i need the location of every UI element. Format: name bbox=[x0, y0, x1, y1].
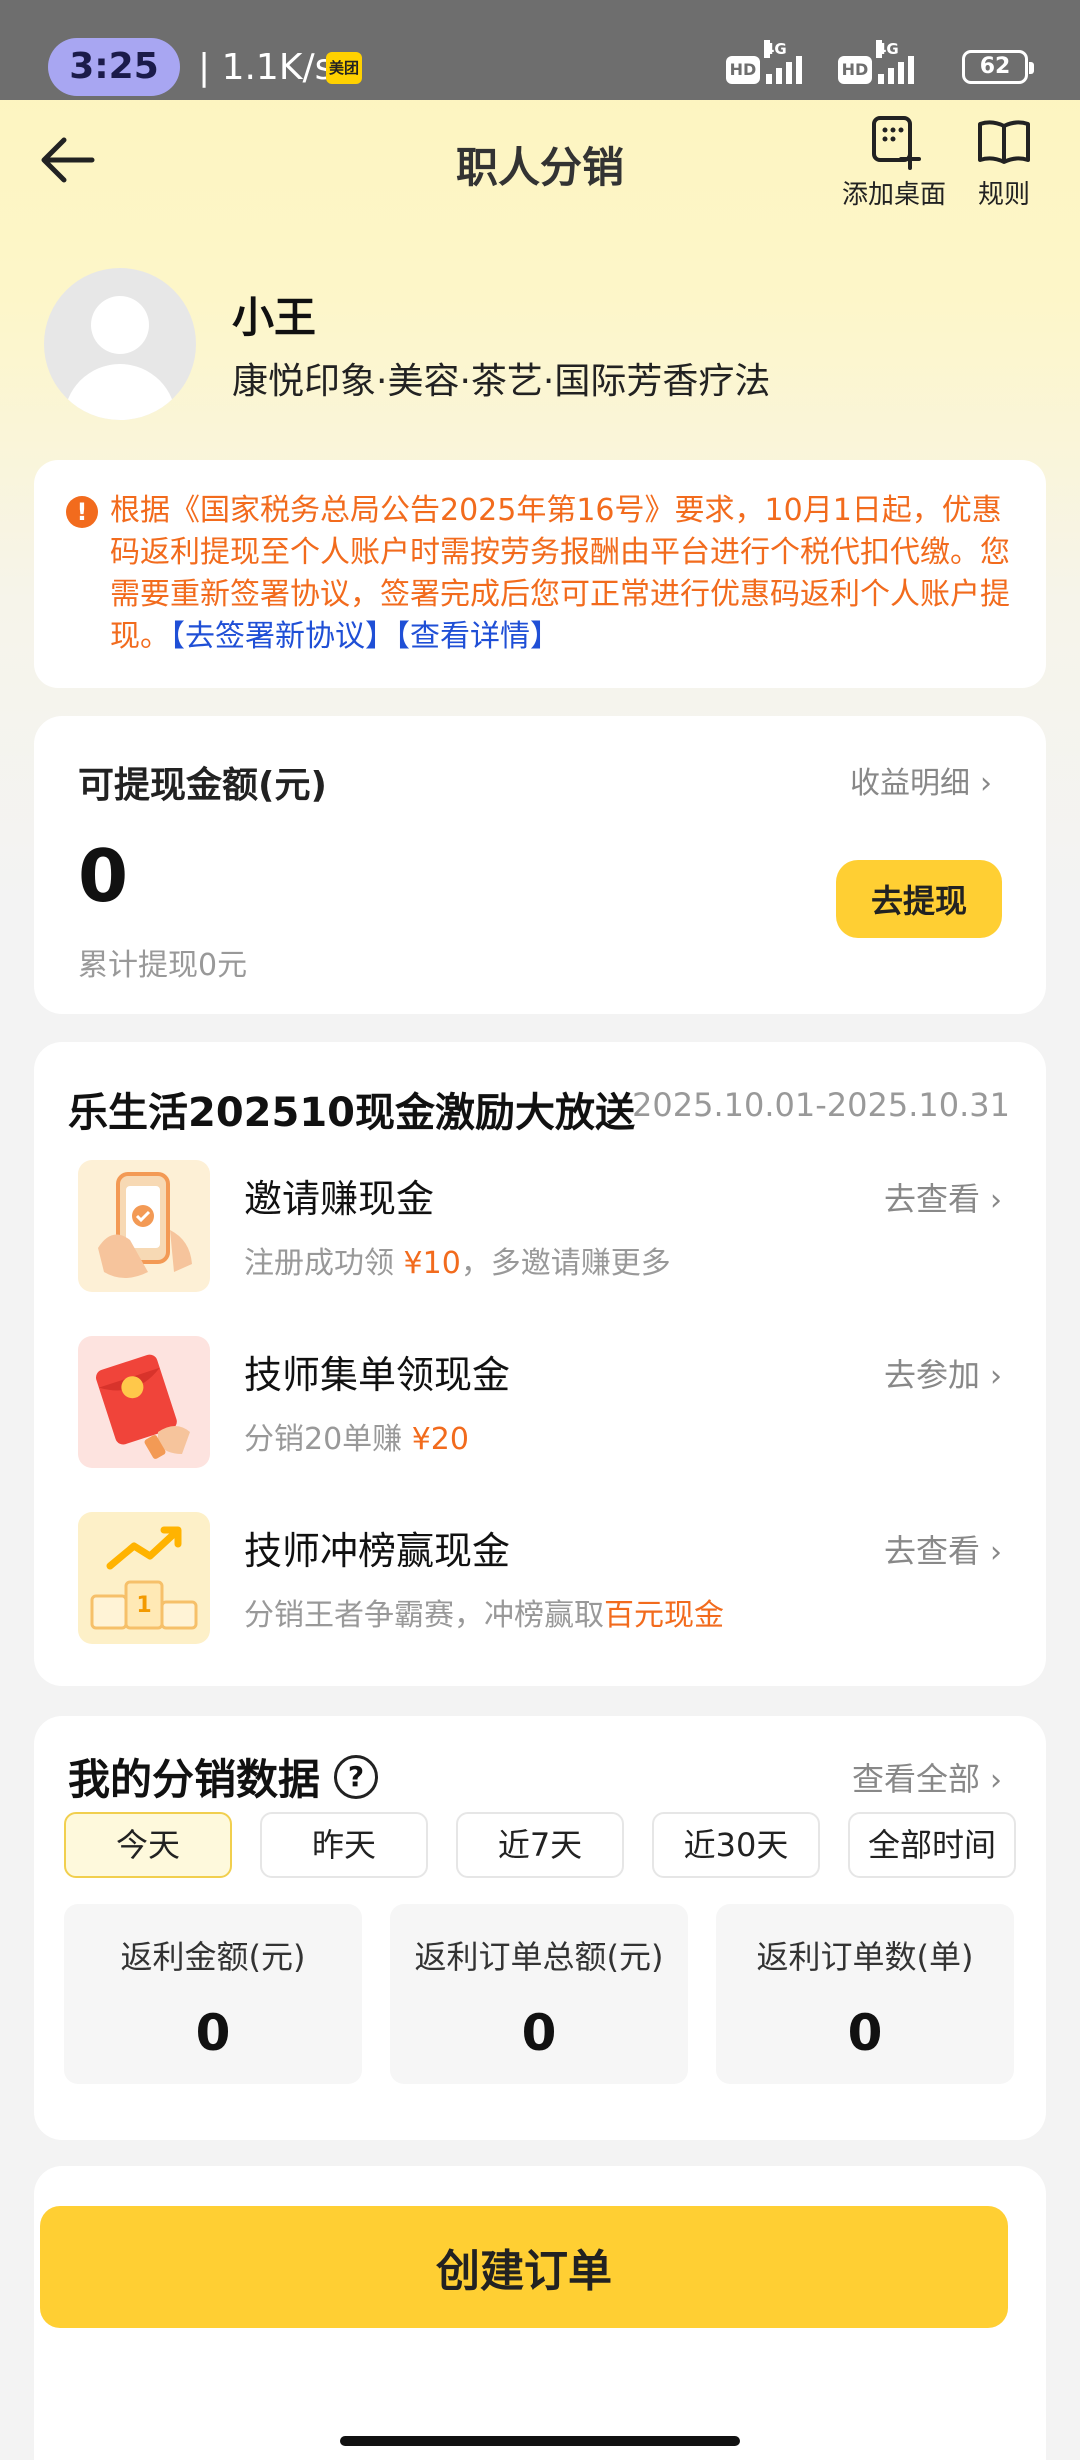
metrics-row: 返利金额(元) 0 返利订单总额(元) 0 返利订单数(单) 0 bbox=[64, 1904, 1014, 2084]
red-envelope-icon bbox=[78, 1336, 210, 1468]
campaign-item-leaderboard[interactable]: 1 技师冲榜赢现金 分销王者争霸赛，冲榜赢取百元现金 去查看 › bbox=[34, 1512, 1046, 1652]
campaign-item-desc: 分销王者争霸赛，冲榜赢取百元现金 bbox=[244, 1598, 724, 1633]
metric-rebate-order-count: 返利订单数(单) 0 bbox=[716, 1904, 1014, 2084]
chevron-right-icon: › bbox=[990, 1535, 1002, 1570]
status-bar: 3:25 | 1.1K/s 美团 HD 4G HD 4G 62 bbox=[0, 0, 1080, 100]
signal-bars-icon: 4G bbox=[876, 40, 914, 84]
sign-agreement-link[interactable]: 【去签署新协议】 bbox=[170, 619, 395, 654]
view-details-link[interactable]: 【查看详情】 bbox=[395, 619, 560, 654]
bottom-panel: 创建订单 bbox=[34, 2166, 1046, 2460]
campaign-title: 乐生活202510现金激励大放送 bbox=[68, 1090, 635, 1136]
network-speed: | 1.1K/s bbox=[198, 47, 334, 88]
metric-label: 返利订单总额(元) bbox=[414, 1938, 664, 1976]
campaign-card: 乐生活202510现金激励大放送 2025.10.01-2025.10.31 邀… bbox=[34, 1042, 1046, 1686]
total-withdrawn: 累计提现0元 bbox=[78, 948, 248, 983]
signal-bars-icon: 4G bbox=[764, 40, 802, 84]
campaign-date-range: 2025.10.01-2025.10.31 bbox=[632, 1086, 1010, 1124]
chevron-right-icon: › bbox=[990, 1183, 1002, 1218]
view-all-link[interactable]: 查看全部 › bbox=[852, 1754, 1002, 1800]
add-to-desktop-button[interactable]: 添加桌面 bbox=[842, 114, 946, 211]
user-tags: 康悦印象·美容·茶艺·国际芳香疗法 bbox=[232, 361, 771, 402]
tab-today[interactable]: 今天 bbox=[64, 1812, 232, 1878]
tab-last-30-days[interactable]: 近30天 bbox=[652, 1812, 820, 1878]
user-name: 小王 bbox=[232, 293, 317, 342]
campaign-item-name: 技师冲榜赢现金 bbox=[244, 1529, 511, 1573]
campaign-item-action[interactable]: 去参加 › bbox=[884, 1350, 1002, 1396]
chevron-right-icon: › bbox=[990, 1359, 1002, 1394]
withdraw-amount: 0 bbox=[78, 834, 129, 918]
status-time: 3:25 bbox=[48, 38, 180, 96]
period-tabs: 今天 昨天 近7天 近30天 全部时间 bbox=[64, 1812, 1016, 1878]
metric-rebate-order-total: 返利订单总额(元) 0 bbox=[390, 1904, 688, 2084]
battery-icon: 62 bbox=[962, 50, 1034, 84]
tab-last-7-days[interactable]: 近7天 bbox=[456, 1812, 624, 1878]
tax-notice: ! 根据《国家税务总局公告2025年第16号》要求，10月1日起，优惠码返利提现… bbox=[34, 460, 1046, 688]
campaign-item-name: 技师集单领现金 bbox=[244, 1353, 511, 1397]
podium-icon: 1 bbox=[78, 1512, 210, 1644]
signal-sim2: HD 4G bbox=[838, 40, 914, 84]
avatar[interactable] bbox=[44, 268, 196, 420]
rules-button[interactable]: 规则 bbox=[976, 114, 1032, 211]
withdraw-card: 可提现金额(元) 收益明细 › 0 累计提现0元 去提现 bbox=[34, 716, 1046, 1014]
campaign-item-desc: 注册成功领 ¥10，多邀请赚更多 bbox=[244, 1246, 671, 1281]
notice-text: 根据《国家税务总局公告2025年第16号》要求，10月1日起，优惠码返利提现至个… bbox=[110, 493, 1010, 654]
campaign-item-name: 邀请赚现金 bbox=[244, 1177, 435, 1221]
invite-phone-icon bbox=[78, 1160, 210, 1292]
metric-label: 返利金额(元) bbox=[120, 1938, 306, 1976]
warning-icon: ! bbox=[66, 496, 98, 528]
home-indicator[interactable] bbox=[340, 2436, 740, 2446]
campaign-item-desc: 分销20单赚 ¥20 bbox=[244, 1422, 469, 1457]
metric-value: 0 bbox=[847, 2004, 883, 2062]
add-desktop-label: 添加桌面 bbox=[842, 180, 947, 210]
header: 职人分销 添加桌面 规则 bbox=[0, 100, 1080, 220]
campaign-item-action[interactable]: 去查看 › bbox=[884, 1174, 1002, 1220]
earnings-detail-link[interactable]: 收益明细 › bbox=[850, 758, 992, 802]
book-icon bbox=[978, 120, 1030, 164]
tab-yesterday[interactable]: 昨天 bbox=[260, 1812, 428, 1878]
chevron-right-icon: › bbox=[980, 766, 992, 801]
metric-label: 返利订单数(单) bbox=[756, 1938, 974, 1976]
withdraw-title: 可提现金额(元) bbox=[78, 765, 327, 806]
rules-label: 规则 bbox=[977, 180, 1030, 210]
svg-text:1: 1 bbox=[136, 1593, 151, 1618]
campaign-item-invite[interactable]: 邀请赚现金 注册成功领 ¥10，多邀请赚更多 去查看 › bbox=[34, 1160, 1046, 1300]
chevron-right-icon: › bbox=[990, 1763, 1002, 1798]
add-desktop-icon bbox=[872, 116, 921, 170]
stats-title: 我的分销数据 ? bbox=[68, 1746, 379, 1807]
campaign-item-collect-orders[interactable]: 技师集单领现金 分销20单赚 ¥20 去参加 › bbox=[34, 1336, 1046, 1476]
help-icon[interactable]: ? bbox=[334, 1754, 379, 1799]
hd-icon: HD bbox=[838, 56, 872, 84]
tab-all-time[interactable]: 全部时间 bbox=[848, 1812, 1016, 1878]
hd-icon: HD bbox=[726, 56, 760, 84]
metric-value: 0 bbox=[521, 2004, 557, 2062]
signal-sim1: HD 4G bbox=[726, 40, 802, 84]
distribution-stats-card: 我的分销数据 ? 查看全部 › 今天 昨天 近7天 近30天 全部时间 返利金额(… bbox=[34, 1716, 1046, 2140]
withdraw-button[interactable]: 去提现 bbox=[836, 860, 1002, 938]
campaign-item-action[interactable]: 去查看 › bbox=[884, 1526, 1002, 1572]
metric-rebate-amount: 返利金额(元) 0 bbox=[64, 1904, 362, 2084]
metric-value: 0 bbox=[195, 2004, 231, 2062]
meituan-notification-icon: 美团 bbox=[326, 52, 362, 84]
create-order-button[interactable]: 创建订单 bbox=[40, 2206, 1008, 2328]
